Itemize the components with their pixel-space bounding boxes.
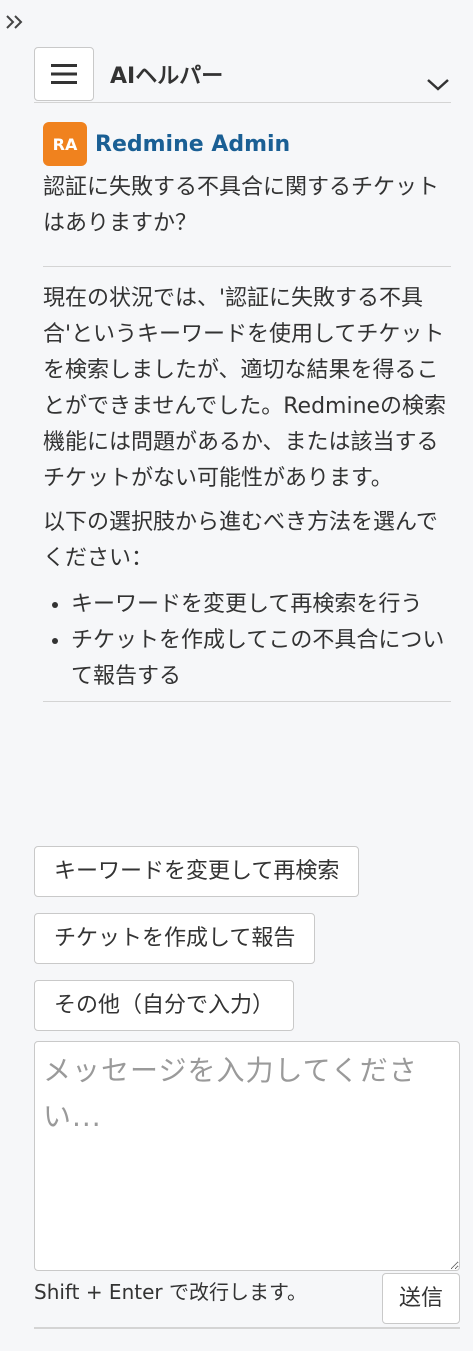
- hamburger-icon: [51, 64, 77, 84]
- list-item: チケットを作成してこの不具合について報告する: [71, 623, 451, 695]
- answer-options-list: キーワードを変更して再検索を行う チケットを作成してこの不具合について報告する: [43, 587, 451, 695]
- panel-title: AIヘルパー: [110, 64, 224, 89]
- choice-button-other[interactable]: その他（自分で入力）: [34, 980, 295, 1031]
- divider: [43, 266, 451, 267]
- ai-helper-panel: AIヘルパー RA Redmine Admin 認証に失敗する不具合に関するチケ…: [34, 46, 460, 1329]
- expand-panel-button[interactable]: [425, 74, 451, 94]
- chevron-down-icon: [427, 79, 449, 91]
- list-item: キーワードを変更して再検索を行う: [71, 587, 451, 623]
- collapse-sidebar-button[interactable]: [4, 8, 28, 36]
- double-chevron-right-icon: [6, 15, 23, 29]
- divider: [34, 1327, 460, 1329]
- divider: [43, 701, 451, 702]
- avatar: RA: [43, 122, 87, 166]
- choice-button-research[interactable]: キーワードを変更して再検索: [34, 846, 360, 897]
- panel-header: AIヘルパー: [34, 46, 451, 103]
- menu-button[interactable]: [34, 47, 94, 101]
- user-message-header: RA Redmine Admin: [43, 122, 451, 166]
- assistant-answer: 現在の状況では、'認証に失敗する不具合'というキーワードを使用してチケットを検索…: [34, 281, 451, 695]
- choice-button-create-ticket[interactable]: チケットを作成して報告: [34, 913, 316, 964]
- conversation: RA Redmine Admin 認証に失敗する不具合に関するチケットはあります…: [34, 122, 451, 242]
- user-question: 認証に失敗する不具合に関するチケットはありますか？: [43, 175, 440, 236]
- send-button[interactable]: 送信: [382, 1273, 460, 1324]
- answer-paragraph: 現在の状況では、'認証に失敗する不具合'というキーワードを使用してチケットを検索…: [43, 286, 447, 491]
- input-hint: Shift + Enter で改行します。: [34, 1280, 307, 1304]
- message-input[interactable]: [34, 1041, 460, 1271]
- answer-paragraph: 以下の選択肢から進むべき方法を選んでください：: [43, 510, 438, 571]
- user-name[interactable]: Redmine Admin: [95, 132, 290, 157]
